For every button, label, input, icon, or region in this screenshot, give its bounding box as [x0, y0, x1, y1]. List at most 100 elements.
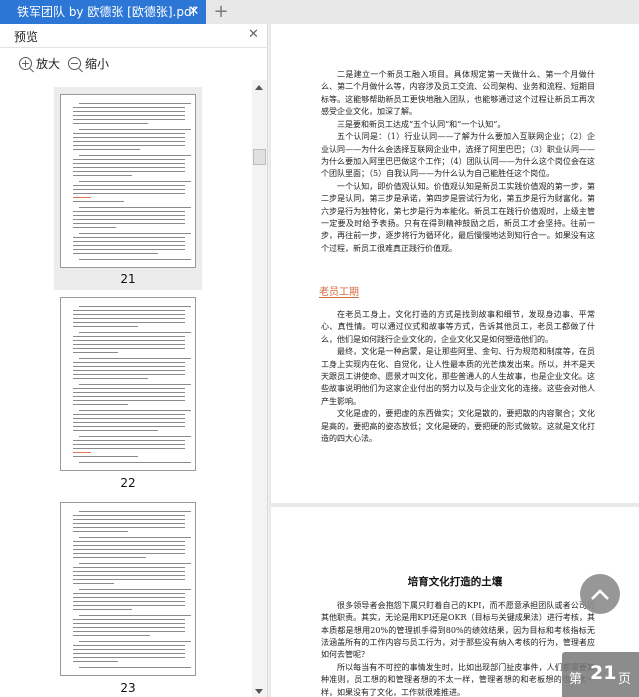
thumbnail-text-line	[73, 583, 114, 584]
thumbnail-text-line	[73, 249, 185, 250]
thumbnail-scrollbar[interactable]	[252, 80, 267, 697]
thumbnail-text-line	[73, 133, 185, 134]
preview-panel-title: 预览	[14, 30, 39, 44]
chevron-up-icon	[591, 589, 609, 600]
thumbnail-text-line	[79, 129, 191, 130]
thumbnail-image	[60, 94, 196, 268]
page-indicator: 第 21 页	[562, 652, 639, 697]
back-to-top-button[interactable]	[580, 574, 620, 614]
thumbnail-text-line	[73, 631, 185, 632]
thumbnail-text-line	[73, 245, 185, 246]
thumbnail-text-line	[73, 430, 158, 431]
thumbnail-text-line	[73, 326, 138, 327]
thumbnail-text-line	[73, 366, 185, 367]
thumbnail-page-22[interactable]: 22	[54, 294, 202, 497]
thumbnail-text-line	[73, 137, 185, 138]
thumbnail-text-line	[73, 597, 185, 598]
scroll-up-icon[interactable]	[255, 85, 263, 90]
paragraph: 文化是虚的，要把虚的东西做实；文化是散的，要把散的内容聚合；文化是高的，要把高的…	[321, 409, 595, 443]
thumbnail-page-number: 22	[120, 476, 136, 490]
thumbnail-text-line	[73, 545, 185, 546]
thumbnail-text-line	[73, 649, 185, 650]
page-body-bottom: 在老员工身上，文化打造的方式是找到故事和细节，发现身边事、平常心、真性情。可以通…	[321, 309, 595, 446]
scrollbar-thumb[interactable]	[253, 149, 266, 165]
paragraph: 二是建立一个新员工融入项目。具体规定第一天做什么、第一个月做什么、第二个月做什么…	[321, 70, 595, 116]
zoom-out-button[interactable]: − 缩小	[68, 55, 109, 73]
paragraph: 三是要和新员工达成“五个认同”和“一个认知”。	[337, 119, 506, 129]
thumbnail-text-line	[79, 462, 191, 463]
thumbnail-text-line	[73, 237, 185, 238]
thumbnail-text-line	[73, 571, 185, 572]
thumbnail-text-line	[79, 306, 191, 307]
thumbnail-text-line	[73, 653, 185, 654]
scroll-down-icon[interactable]	[255, 689, 263, 694]
paragraph: 很多领导者会抱怨下属只盯着自己的KPI，而不愿意承担团队或者公司的其他职责。其实…	[321, 601, 595, 660]
thumbnail-text-line	[73, 378, 148, 379]
thumbnail-text-line	[79, 155, 191, 156]
thumbnail-text-line	[73, 593, 185, 594]
thumbnail-text-line	[79, 384, 191, 385]
thumbnail-text-line	[73, 310, 185, 311]
thumbnail-page-21[interactable]: 21	[54, 87, 202, 290]
thumbnail-text-line	[73, 111, 185, 112]
thumbnail-text-line	[73, 215, 185, 216]
thumbnail-text-line	[73, 627, 185, 628]
paragraph: 最终，文化是一种启蒙，是让那些阿里、金句、行为规范和制度等，在员工身上实现内在化…	[321, 347, 595, 406]
thumbnail-page-number: 21	[120, 272, 136, 286]
thumbnail-text-line	[73, 414, 185, 415]
thumbnail-text-line	[73, 515, 185, 516]
thumbnail-text-line	[73, 141, 185, 142]
thumbnail-image	[60, 297, 196, 471]
thumbnail-text-line	[73, 223, 185, 224]
thumbnail-text-line	[73, 185, 185, 186]
thumbnail-text-line	[73, 107, 185, 108]
thumbnail-text-line	[73, 318, 185, 319]
thumbnail-text-line	[73, 400, 185, 401]
thumbnail-text-line	[79, 436, 191, 437]
zoom-in-button[interactable]: + 放大	[19, 55, 60, 73]
thumbnail-text-line	[79, 537, 191, 538]
thumbnail-text-line	[79, 358, 191, 359]
thumbnail-text-line	[73, 388, 185, 389]
zoom-out-icon: −	[68, 57, 81, 70]
thumbnail-image	[60, 502, 196, 676]
thumbnail-text-line	[73, 219, 185, 220]
thumbnail-page-23[interactable]: 23	[54, 501, 202, 697]
thumbnail-text-line	[79, 641, 191, 642]
thumbnail-text-line	[73, 362, 185, 363]
thumbnail-text-line	[73, 440, 185, 441]
paragraph: 在老员工身上，文化打造的方式是找到故事和细节，发现身边事、平常心、真性情。可以通…	[321, 310, 595, 344]
tab-close-icon[interactable]: ✕	[186, 0, 202, 24]
thumbnail-text-line	[73, 426, 185, 427]
thumbnail-text-line	[73, 531, 128, 532]
page-body: 很多领导者会抱怨下属只盯着自己的KPI，而不愿意承担团队或者公司的其他职责。其实…	[321, 600, 595, 697]
tab-bar: 铁军团队 by 欧德张 [欧德张].pdf ✕ +	[0, 0, 639, 24]
thumbnail-text-line	[79, 332, 191, 333]
thumbnail-text-line	[73, 123, 148, 124]
thumbnail-text-line	[79, 410, 191, 411]
thumbnail-text-line	[73, 557, 146, 558]
thumbnail-text-line	[73, 579, 185, 580]
preview-close-icon[interactable]: ✕	[248, 27, 259, 42]
thumbnail-text-line	[73, 523, 185, 524]
thumbnail-text-line	[73, 175, 132, 176]
thumbnail-text-line	[79, 615, 191, 616]
thumbnail-text-line	[73, 115, 185, 116]
thumbnail-text-line	[73, 336, 185, 337]
zoom-in-icon: +	[19, 57, 32, 70]
thumbnail-text-line	[73, 374, 185, 375]
thumbnail-text-line	[73, 344, 185, 345]
thumbnail-text-line	[73, 527, 185, 528]
section-heading: 老员工期	[319, 287, 359, 298]
thumbnail-page-number: 23	[120, 681, 136, 695]
document-page-21: 二是建立一个新员工融入项目。具体规定第一天做什么、第一个月做什么、第二个月做什么…	[271, 24, 639, 503]
thumbnail-text-line	[73, 322, 185, 323]
zoom-in-label: 放大	[36, 57, 61, 71]
new-tab-button[interactable]: +	[212, 0, 230, 24]
thumbnail-text-line	[79, 589, 191, 590]
document-tab[interactable]: 铁军团队 by 欧德张 [欧德张].pdf	[0, 0, 206, 24]
thumbnail-text-line	[73, 448, 185, 449]
thumbnail-text-line	[73, 418, 185, 419]
thumbnail-text-line	[73, 163, 185, 164]
thumbnail-text-line	[79, 207, 191, 208]
